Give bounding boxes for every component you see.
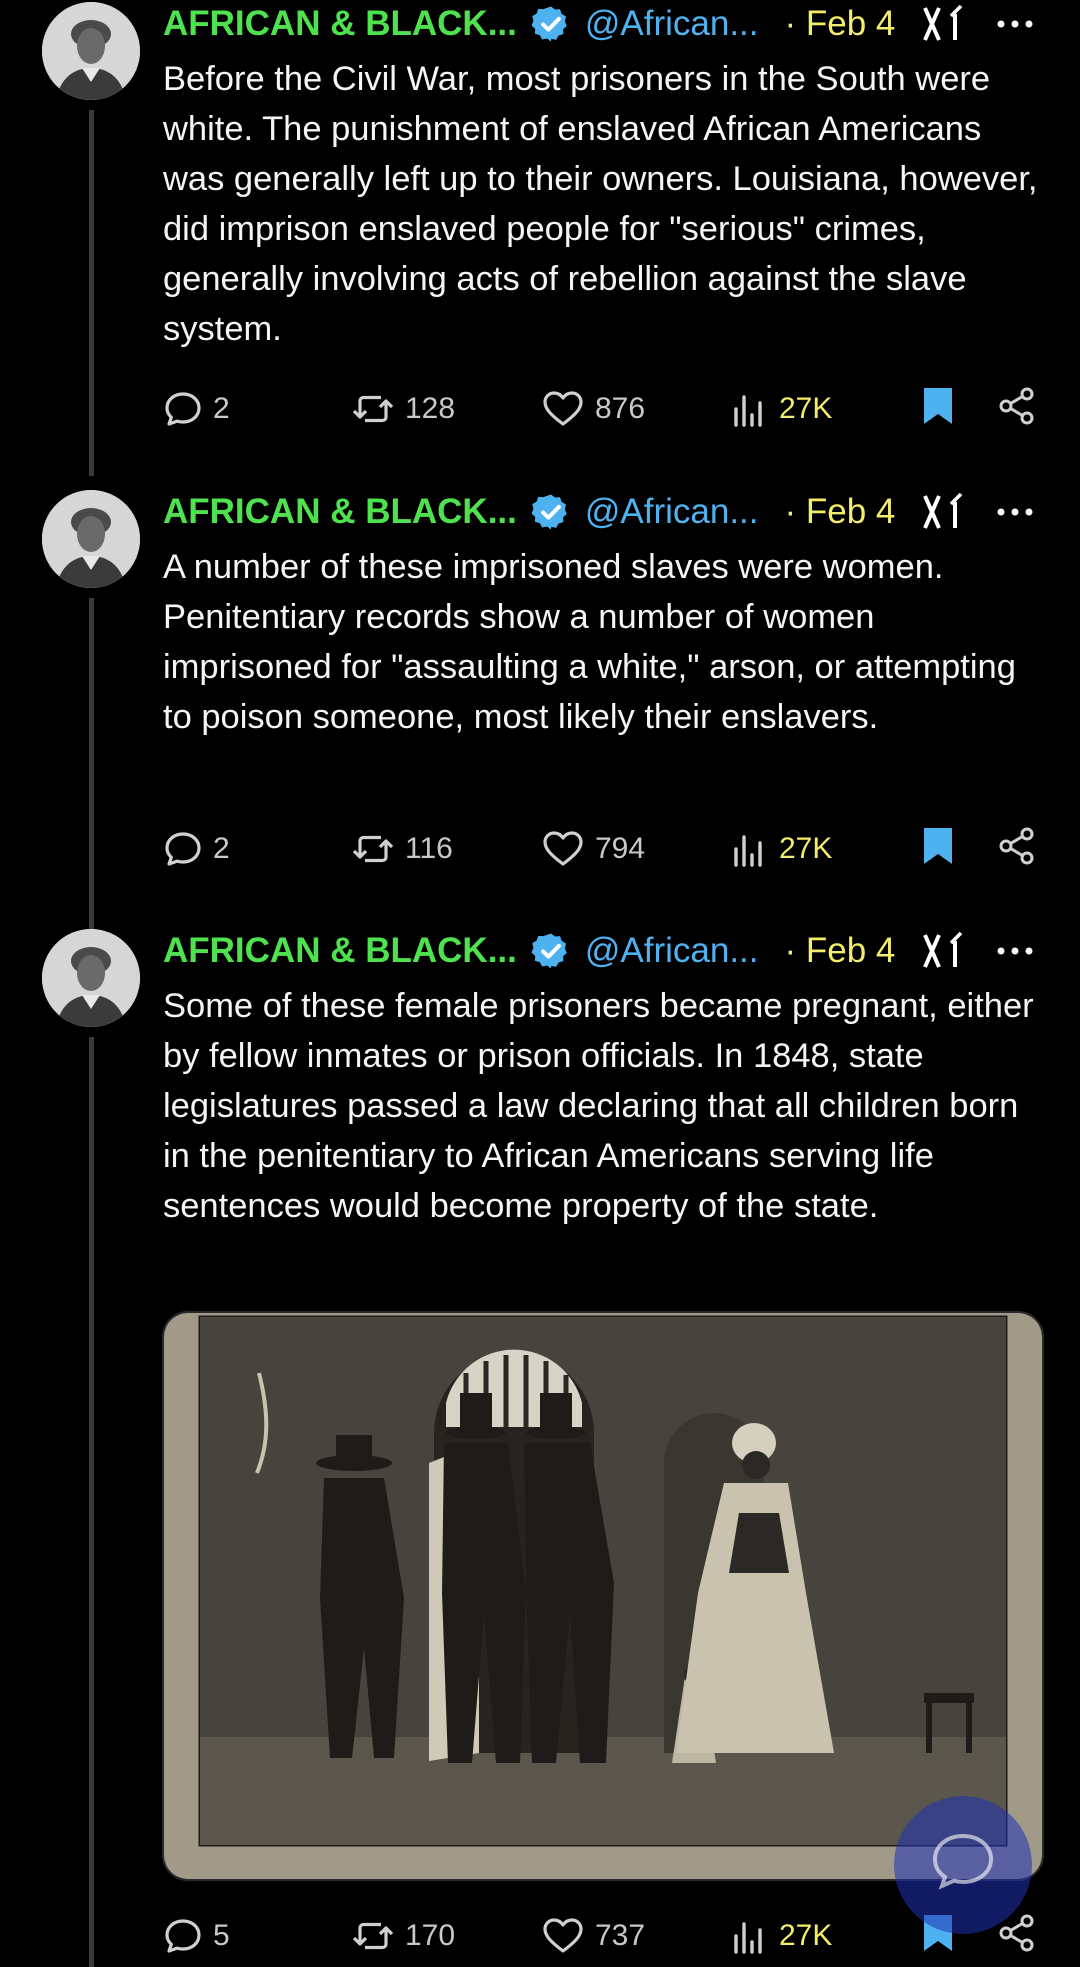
timestamp[interactable]: · Feb 4 (785, 931, 896, 971)
avatar[interactable] (42, 490, 140, 588)
tweet-text: Some of these female prisoners became pr… (163, 987, 1034, 1225)
bar-chart-icon (729, 1916, 769, 1956)
display-name[interactable]: AFRICAN & BLACK... (163, 931, 517, 971)
more-dots-icon[interactable] (993, 4, 1037, 44)
reply-button[interactable]: 2 (163, 824, 230, 874)
handle[interactable]: @African... (585, 492, 759, 532)
timestamp[interactable]: · Feb 4 (785, 492, 896, 532)
view-count: 27K (779, 1919, 833, 1952)
like-button[interactable]: 794 (541, 824, 645, 874)
reply-button[interactable]: 2 (163, 384, 230, 434)
tweet-header: AFRICAN & BLACK... @African... · Feb 4 (163, 0, 1043, 48)
grok-xi-icon[interactable] (921, 492, 965, 532)
bar-chart-icon (729, 829, 769, 869)
handle[interactable]: @African... (585, 4, 759, 44)
speech-bubble-icon (163, 829, 203, 869)
like-count: 737 (595, 1919, 646, 1952)
verified-badge-icon[interactable] (531, 4, 571, 44)
verified-badge-icon[interactable] (531, 492, 571, 532)
heart-icon (541, 389, 585, 429)
repost-arrows-icon (351, 389, 395, 429)
reply-button[interactable]: 5 (163, 1911, 230, 1961)
engraving-illustration (164, 1313, 1042, 1879)
repost-count: 170 (405, 1919, 456, 1952)
grok-xi-icon[interactable] (921, 4, 965, 44)
view-count: 27K (779, 392, 833, 425)
thread-line (89, 1037, 94, 1967)
speech-bubble-icon (163, 389, 203, 429)
handle[interactable]: @African... (585, 931, 759, 971)
like-count: 876 (595, 392, 646, 425)
repost-arrows-icon (351, 829, 395, 869)
compose-reply-icon (932, 1833, 994, 1890)
display-name[interactable]: AFRICAN & BLACK... (163, 492, 517, 532)
heart-icon (541, 1916, 585, 1956)
bookmark-icon[interactable] (921, 826, 955, 866)
share-icon[interactable] (997, 386, 1037, 426)
repost-button[interactable]: 170 (351, 1911, 455, 1961)
heart-icon (541, 829, 585, 869)
like-button[interactable]: 737 (541, 1911, 645, 1961)
repost-button[interactable]: 116 (351, 824, 453, 874)
views-button[interactable]: 27K (729, 824, 832, 874)
more-dots-icon[interactable] (993, 492, 1037, 532)
repost-button[interactable]: 128 (351, 384, 455, 434)
repost-arrows-icon (351, 1916, 395, 1956)
speech-bubble-icon (163, 1916, 203, 1956)
thread-line (89, 110, 94, 476)
repost-count: 128 (405, 392, 456, 425)
timestamp[interactable]: · Feb 4 (785, 4, 896, 44)
compose-reply-button[interactable] (894, 1796, 1032, 1934)
avatar[interactable] (42, 929, 140, 1027)
grok-xi-icon[interactable] (921, 931, 965, 971)
reply-count: 2 (213, 832, 230, 865)
like-count: 794 (595, 832, 646, 865)
like-button[interactable]: 876 (541, 384, 645, 434)
bookmark-icon[interactable] (921, 386, 955, 426)
reply-count: 5 (213, 1919, 230, 1952)
bar-chart-icon (729, 389, 769, 429)
views-button[interactable]: 27K (729, 1911, 832, 1961)
reply-count: 2 (213, 392, 230, 425)
display-name[interactable]: AFRICAN & BLACK... (163, 4, 517, 44)
action-bar: 2 116 794 27K (163, 824, 1043, 874)
more-dots-icon[interactable] (993, 931, 1037, 971)
view-count: 27K (779, 832, 833, 865)
action-bar: 2 128 876 27K (163, 384, 1043, 434)
verified-badge-icon[interactable] (531, 931, 571, 971)
tweet-text: Before the Civil War, most prisoners in … (163, 60, 1038, 348)
tweet-text: A number of these imprisoned slaves were… (163, 548, 1016, 736)
tweet-header: AFRICAN & BLACK... @African... · Feb 4 (163, 927, 1043, 975)
tweet-header: AFRICAN & BLACK... @African... · Feb 4 (163, 488, 1043, 536)
views-button[interactable]: 27K (729, 384, 832, 434)
share-icon[interactable] (997, 826, 1037, 866)
avatar[interactable] (42, 2, 140, 100)
repost-count: 116 (405, 832, 453, 865)
